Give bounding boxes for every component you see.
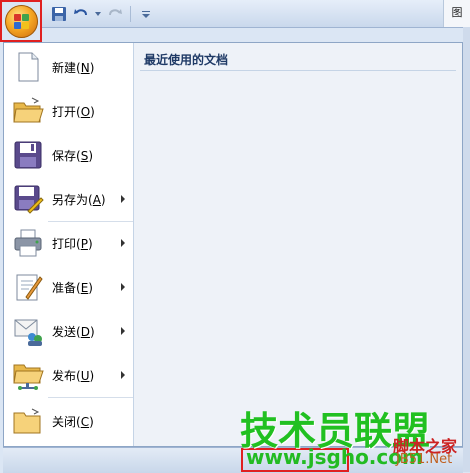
menu-separator bbox=[48, 397, 133, 398]
menu-item-label: 新建 bbox=[52, 60, 77, 75]
menu-item-label: 另存为 bbox=[52, 192, 89, 207]
office-logo-icon bbox=[5, 5, 38, 38]
menu-item-accesskey: O bbox=[80, 104, 91, 119]
menu-item-close[interactable]: 关闭(C) bbox=[4, 401, 133, 441]
menu-item-accesskey: S bbox=[80, 148, 89, 163]
quick-access-toolbar bbox=[50, 4, 155, 24]
window-edge bbox=[463, 27, 470, 472]
recent-documents-divider bbox=[140, 70, 456, 71]
close-folder-icon bbox=[12, 405, 44, 437]
menu-item-label: 发布 bbox=[52, 368, 77, 383]
send-icon bbox=[12, 315, 44, 347]
office-button[interactable] bbox=[0, 0, 42, 42]
menu-item-label: 发送 bbox=[52, 324, 77, 339]
qat-separator bbox=[130, 6, 131, 22]
menu-item-accesskey: U bbox=[80, 368, 90, 383]
menu-item-print[interactable]: 打印(P) bbox=[4, 223, 133, 263]
submenu-arrow-icon bbox=[121, 195, 125, 203]
office-menu: 新建(N) 打开(O) 保存(S) 另存为(A) 打印(P) 准备(E) 发送(… bbox=[3, 42, 463, 447]
submenu-arrow-icon bbox=[121, 283, 125, 291]
window-title-fragment: 图 bbox=[443, 0, 470, 27]
menu-item-accesskey: N bbox=[80, 60, 90, 75]
submenu-arrow-icon bbox=[121, 327, 125, 335]
submenu-arrow-icon bbox=[121, 239, 125, 247]
save-as-icon bbox=[12, 183, 44, 215]
menu-item-accesskey: P bbox=[80, 236, 88, 251]
printer-icon bbox=[12, 227, 44, 259]
menu-item-accesskey: E bbox=[80, 280, 89, 295]
undo-icon[interactable] bbox=[72, 5, 90, 23]
menu-item-new[interactable]: 新建(N) bbox=[4, 47, 133, 87]
menu-item-send[interactable]: 发送(D) bbox=[4, 311, 133, 351]
menu-item-save-as[interactable]: 另存为(A) bbox=[4, 179, 133, 219]
save-disk-icon bbox=[12, 139, 44, 171]
menu-separator bbox=[48, 221, 133, 222]
menu-item-save[interactable]: 保存(S) bbox=[4, 135, 133, 175]
customize-icon[interactable] bbox=[137, 5, 155, 23]
menu-item-prepare[interactable]: 准备(E) bbox=[4, 267, 133, 307]
watermark-small-text-2: JB51.Net bbox=[396, 452, 453, 467]
open-folder-icon bbox=[12, 95, 44, 127]
menu-item-open[interactable]: 打开(O) bbox=[4, 91, 133, 131]
recent-documents-panel: 最近使用的文档 bbox=[134, 43, 462, 446]
new-document-icon bbox=[12, 51, 44, 83]
menu-item-accesskey: A bbox=[92, 192, 101, 207]
menu-item-accesskey: C bbox=[80, 414, 90, 429]
recent-documents-title: 最近使用的文档 bbox=[144, 53, 229, 67]
menu-item-label: 保存 bbox=[52, 148, 77, 163]
save-icon[interactable] bbox=[50, 5, 68, 23]
redo-icon[interactable] bbox=[106, 5, 124, 23]
menu-item-publish[interactable]: 发布(U) bbox=[4, 355, 133, 395]
menu-item-accesskey: D bbox=[80, 324, 90, 339]
menu-item-label: 关闭 bbox=[52, 414, 77, 429]
menu-item-label: 打印 bbox=[52, 236, 77, 251]
publish-icon bbox=[12, 359, 44, 391]
office-menu-commands: 新建(N) 打开(O) 保存(S) 另存为(A) 打印(P) 准备(E) 发送(… bbox=[4, 43, 133, 446]
prepare-icon bbox=[12, 271, 44, 303]
menu-item-label: 打开 bbox=[52, 104, 77, 119]
menu-item-label: 准备 bbox=[52, 280, 77, 295]
submenu-arrow-icon bbox=[121, 371, 125, 379]
undo-dropdown-icon[interactable] bbox=[94, 5, 102, 23]
title-bar: 图 bbox=[0, 0, 470, 28]
